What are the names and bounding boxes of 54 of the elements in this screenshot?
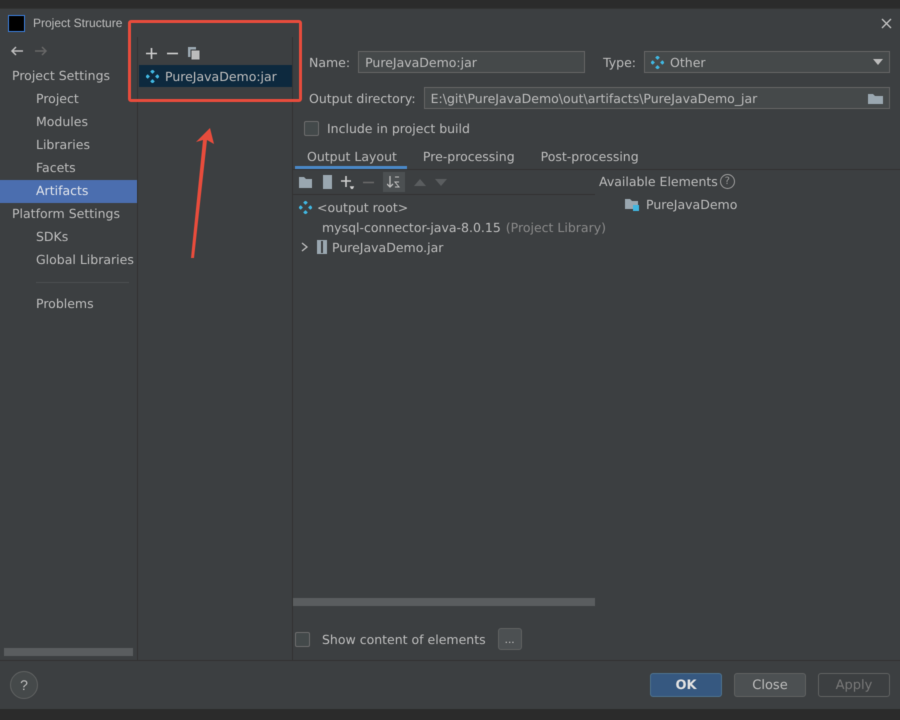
sidebar-item[interactable]: Modules (0, 111, 137, 134)
tab[interactable]: Pre-processing (410, 143, 525, 169)
new-folder-icon[interactable] (299, 176, 314, 188)
sidebar-item[interactable]: SDKs (0, 226, 137, 249)
sidebar-item[interactable]: Libraries (0, 134, 137, 157)
back-arrow-icon[interactable] (10, 46, 24, 56)
copy-icon[interactable] (188, 46, 200, 60)
name-field[interactable]: PureJavaDemo:jar (358, 51, 586, 73)
type-dropdown[interactable]: Other (644, 51, 890, 73)
artifact-icon (299, 200, 312, 214)
sidebar-item[interactable]: Problems (0, 293, 137, 316)
window-title: Project Structure (33, 16, 124, 30)
artifact-label: PureJavaDemo:jar (165, 68, 277, 84)
artifact-icon (651, 56, 664, 68)
name-label: Name: (309, 54, 350, 70)
tree-item[interactable]: mysql-connector-java-8.0.15 (322, 220, 501, 234)
add-icon[interactable] (146, 48, 157, 58)
artifact-item[interactable]: PureJavaDemo:jar (139, 65, 292, 87)
type-label: Type: (603, 54, 636, 70)
add-icon[interactable] (341, 176, 354, 188)
tab[interactable]: Output Layout (295, 143, 407, 169)
tab[interactable]: Post-processing (528, 143, 649, 169)
help-button[interactable]: ? (10, 671, 38, 699)
available-element[interactable]: PureJavaDemo (646, 197, 738, 212)
caret-icon (873, 59, 883, 65)
checkbox-label: Include in project build (327, 120, 470, 136)
sidebar-item[interactable]: Artifacts (0, 180, 137, 203)
help-icon[interactable]: ? (720, 174, 735, 189)
more-button[interactable]: ... (498, 628, 522, 650)
sidebar-heading: Project Settings (11, 67, 112, 85)
archive-icon (317, 240, 327, 254)
tree-item[interactable]: PureJavaDemo.jar (332, 240, 444, 254)
folder-icon[interactable] (868, 92, 883, 104)
output-directory-field[interactable]: E:\git\PureJavaDemo\out\artifacts\PureJavaDemo_jar (424, 87, 890, 109)
sort-icon[interactable] (383, 172, 405, 192)
tree-item-note: (Project Library) (506, 220, 606, 234)
checkbox-label: Show content of elements (322, 632, 486, 646)
checkbox[interactable] (295, 632, 310, 646)
dialog-button[interactable]: OK (650, 673, 722, 697)
module-folder-icon (625, 198, 640, 211)
sidebar-item[interactable]: Global Libraries (0, 249, 137, 272)
scrollbar[interactable] (4, 648, 133, 656)
app-logo-icon (8, 14, 25, 32)
dialog-button[interactable]: Close (734, 673, 806, 697)
panel-heading: Available Elements (599, 174, 718, 189)
scrollbar[interactable] (293, 598, 595, 606)
tree-item[interactable]: <output root> (317, 200, 408, 214)
checkbox[interactable] (304, 120, 319, 136)
close-icon[interactable] (881, 18, 892, 28)
output-directory-label: Output directory: (309, 90, 416, 106)
sidebar-item[interactable]: Facets (0, 157, 137, 180)
artifact-icon (146, 70, 159, 82)
sidebar-item[interactable]: Project (0, 88, 137, 111)
sidebar-heading: Platform Settings (11, 205, 121, 223)
